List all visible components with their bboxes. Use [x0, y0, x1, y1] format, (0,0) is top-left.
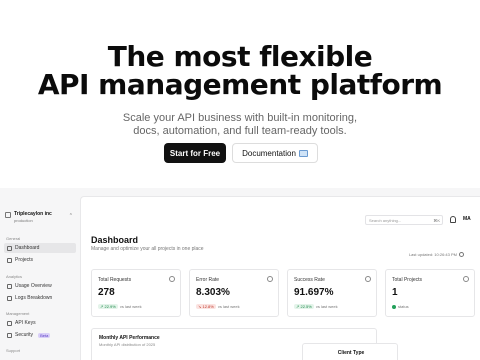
stat-card-total-projects: Total Projects 1 status: [385, 269, 475, 317]
card-value: 8.303%: [196, 287, 230, 298]
search-placeholder: Search anything...: [369, 217, 402, 223]
card-footer-text: vs last week: [217, 304, 240, 309]
card-footer-text: status: [398, 304, 409, 309]
hero-subtitle-line1: Scale your API business with built-in mo…: [122, 112, 358, 124]
card-footer: ↗ 22.9% vs last week: [98, 304, 142, 309]
sidebar-item-api-keys[interactable]: API Keys: [4, 318, 76, 328]
hero-subtitle-line2: docs, automation, and full team-ready to…: [133, 125, 347, 137]
org-env: production: [14, 218, 33, 223]
sidebar: Triplecaylon inc production ⌃ General Da…: [0, 188, 80, 360]
nav-section-management: Management: [6, 311, 30, 316]
card-label: Error Rate: [196, 277, 220, 283]
delta-badge: ↘ 12.8%: [196, 304, 216, 309]
list-icon: [7, 295, 12, 301]
avatar[interactable]: MA: [463, 216, 471, 222]
sidebar-item-label: Logs Breakdown: [15, 295, 53, 301]
org-name: Triplecaylon inc: [14, 211, 52, 217]
search-shortcut: ⌘K: [433, 218, 440, 223]
page-subtitle: Manage and optimize your all projects in…: [91, 246, 204, 252]
panel-subtitle: Monthly API distribution of 2025: [99, 342, 156, 347]
sidebar-item-label: API Keys: [15, 320, 36, 326]
search-input[interactable]: Search anything... ⌘K: [365, 215, 443, 225]
page-title: Dashboard: [91, 235, 139, 245]
hero-section: The most flexible API management platfor…: [0, 0, 480, 180]
sidebar-item-label: Usage Overview: [15, 283, 52, 289]
last-updated-text: Last updated: 10:26:43 PM: [408, 252, 457, 257]
card-label: Success Rate: [294, 277, 325, 283]
start-for-free-button[interactable]: Start for Free: [164, 143, 226, 163]
stat-card-success-rate: Success Rate 91.697% ↗ 22.5% vs last wee…: [287, 269, 377, 317]
card-value: 1: [392, 287, 398, 298]
folder-icon: [463, 276, 469, 282]
chart-icon: [7, 283, 12, 289]
delta-badge: ↗ 22.9%: [98, 304, 118, 309]
folder-icon: [7, 257, 12, 263]
sidebar-item-label: Security: [15, 332, 34, 338]
hero-title-line2: API management platform: [37, 68, 443, 101]
delta-badge: ↗ 22.5%: [294, 304, 314, 309]
org-switcher[interactable]: Triplecaylon inc production ⌃: [5, 210, 75, 226]
card-footer: status: [392, 304, 409, 309]
card-value: 91.697%: [294, 287, 334, 298]
main-content: Search anything... ⌘K MA Dashboard Manag…: [80, 196, 480, 360]
nav-section-general: General: [6, 236, 21, 241]
nav-section-analytics: Analytics: [6, 274, 23, 279]
card-footer-text: vs last week: [119, 304, 142, 309]
beta-badge: Beta: [38, 332, 51, 338]
sidebar-item-label: Dashboard: [15, 245, 40, 251]
sidebar-item-label: Projects: [15, 257, 34, 263]
documentation-button[interactable]: Documentation: [232, 143, 318, 163]
card-label: Total Projects: [392, 277, 423, 283]
nav-section-support: Support: [6, 348, 21, 353]
card-footer: ↘ 12.8% vs last week: [196, 304, 240, 309]
sidebar-item-usage-overview[interactable]: Usage Overview: [4, 281, 76, 291]
org-icon: [5, 212, 11, 218]
activity-icon: [169, 276, 175, 282]
card-value: 278: [98, 287, 115, 298]
client-type-panel: Client Type: [302, 343, 398, 360]
chevron-updown-icon: ⌃: [68, 213, 73, 219]
stat-card-error-rate: Error Rate 8.303% ↘ 12.8% vs last week: [189, 269, 279, 317]
card-label: Total Requests: [98, 277, 132, 283]
dashboard-app: Triplecaylon inc production ⌃ General Da…: [0, 188, 480, 360]
last-updated: Last updated: 10:26:43 PM: [409, 252, 464, 257]
bell-icon[interactable]: [450, 216, 456, 223]
status-dot: [392, 304, 396, 309]
check-circle-icon: [365, 276, 371, 282]
card-footer-text: vs last week: [315, 304, 338, 309]
documentation-button-label: Documentation: [242, 148, 296, 158]
panel-title: Monthly API Performance: [99, 335, 160, 341]
shield-icon: [7, 332, 12, 338]
refresh-icon[interactable]: [459, 252, 464, 257]
sidebar-item-security[interactable]: Security Beta: [4, 330, 76, 340]
sidebar-item-logs-breakdown[interactable]: Logs Breakdown: [4, 293, 76, 303]
book-icon: [298, 149, 308, 157]
sidebar-item-dashboard[interactable]: Dashboard: [4, 243, 76, 253]
panel-title: Client Type: [337, 350, 365, 356]
alert-icon: [267, 276, 273, 282]
stat-card-total-requests: Total Requests 278 ↗ 22.9% vs last week: [91, 269, 181, 317]
sidebar-item-projects[interactable]: Projects: [4, 255, 76, 265]
dashboard-icon: [7, 245, 12, 251]
key-icon: [7, 320, 12, 326]
card-footer: ↗ 22.5% vs last week: [294, 304, 338, 309]
